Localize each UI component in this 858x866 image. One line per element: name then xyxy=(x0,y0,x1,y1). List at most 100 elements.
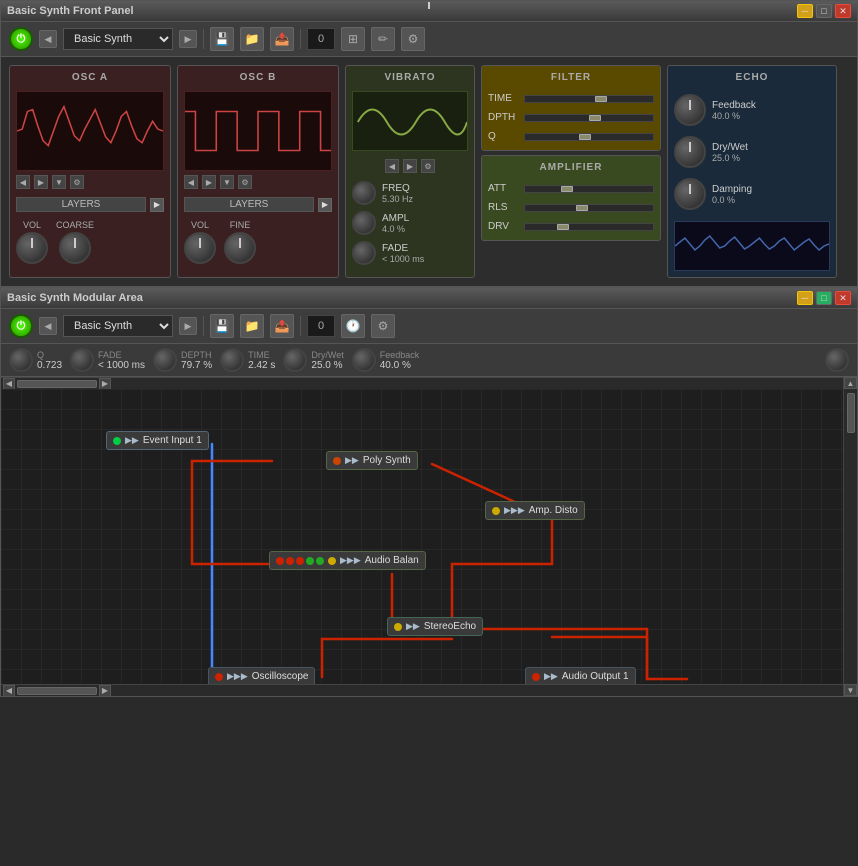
filter-dpth-thumb[interactable] xyxy=(589,115,601,121)
preset-select[interactable]: Basic Synth xyxy=(63,28,173,50)
settings-button[interactable]: ⚙ xyxy=(401,27,425,51)
scroll-thumb-h-2[interactable] xyxy=(17,687,97,695)
node-poly-synth[interactable]: ▶▶ Poly Synth xyxy=(326,451,418,470)
grid-button[interactable]: ⊞ xyxy=(341,27,365,51)
modular-save-button[interactable]: 💾 xyxy=(210,314,234,338)
modular-prev-preset[interactable]: ◀ xyxy=(39,317,57,335)
node-oscilloscope[interactable]: ▶▶▶ Oscilloscope xyxy=(208,667,315,684)
osc-a-next[interactable]: ▶ xyxy=(34,175,48,189)
osc-a-layers-btn[interactable]: ▶ xyxy=(150,198,164,212)
horizontal-scrollbar[interactable]: ◀ ▶ xyxy=(1,377,843,389)
param-time-knob[interactable] xyxy=(220,348,244,372)
vibrato-next[interactable]: ▶ xyxy=(403,159,417,173)
osc-b-down[interactable]: ▼ xyxy=(220,175,234,189)
filter-q-thumb[interactable] xyxy=(579,134,591,140)
modular-settings-button[interactable]: ⚙ xyxy=(371,314,395,338)
filter-dpth-slider[interactable] xyxy=(524,114,654,122)
load-button[interactable]: 📁 xyxy=(240,27,264,51)
osc-b-fine-group: FINE xyxy=(224,220,256,264)
osc-a-down[interactable]: ▼ xyxy=(52,175,66,189)
amp-att-thumb[interactable] xyxy=(561,186,573,192)
modular-restore-button[interactable]: □ xyxy=(816,291,832,305)
filter-title: FILTER xyxy=(488,72,654,83)
node-stereoecho[interactable]: ▶▶ StereoEcho xyxy=(387,617,483,636)
filter-time-thumb[interactable] xyxy=(595,96,607,102)
echo-drywet-knob[interactable] xyxy=(674,136,706,168)
scroll-thumb-v[interactable] xyxy=(847,393,855,433)
modular-minimize-button[interactable]: ─ xyxy=(797,291,813,305)
scroll-left-2[interactable]: ◀ xyxy=(3,685,15,697)
modular-next-preset[interactable]: ▶ xyxy=(179,317,197,335)
modular-export-button[interactable]: 📤 xyxy=(270,314,294,338)
osc-a-vol-group: VOL xyxy=(16,220,48,264)
vibrato-prev[interactable]: ◀ xyxy=(385,159,399,173)
filter-q-slider[interactable] xyxy=(524,133,654,141)
modular-preset-select[interactable]: Basic Synth xyxy=(63,315,173,337)
osc-a-coarse-knob[interactable] xyxy=(59,232,91,264)
osc-b-next[interactable]: ▶ xyxy=(202,175,216,189)
vibrato-fade-knob[interactable] xyxy=(352,241,376,265)
modular-power-button[interactable]: ⏻ xyxy=(9,314,33,338)
osc-b-prev[interactable]: ◀ xyxy=(184,175,198,189)
amp-rls-slider[interactable] xyxy=(524,204,654,212)
save-button[interactable]: 💾 xyxy=(210,27,234,51)
param-extra-knob[interactable] xyxy=(825,348,849,372)
modular-clock-button[interactable]: 🕐 xyxy=(341,314,365,338)
next-preset-button[interactable]: ▶ xyxy=(179,30,197,48)
scroll-right-2[interactable]: ▶ xyxy=(99,685,111,697)
osc-a-vol-knob[interactable] xyxy=(16,232,48,264)
osc-a-coarse-group: COARSE xyxy=(56,220,94,264)
amp-rls-thumb[interactable] xyxy=(576,205,588,211)
vibrato-ampl-knob[interactable] xyxy=(352,211,376,235)
osc-b-layers-btn[interactable]: ▶ xyxy=(318,198,332,212)
vibrato-freq-knob[interactable] xyxy=(352,181,376,205)
param-feedback-label: Feedback xyxy=(380,350,420,360)
modular-window: Basic Synth Modular Area ─ □ ✕ ⏻ ◀ Basic… xyxy=(0,287,858,697)
edit-button[interactable]: ✏ xyxy=(371,27,395,51)
vibrato-settings[interactable]: ⚙ xyxy=(421,159,435,173)
osc-a-prev[interactable]: ◀ xyxy=(16,175,30,189)
param-q-value: 0.723 xyxy=(37,360,62,371)
node-audio-balan[interactable]: ▶▶▶ Audio Balan xyxy=(269,551,426,570)
amp-att-slider[interactable] xyxy=(524,185,654,193)
param-q-knob[interactable] xyxy=(9,348,33,372)
scroll-thumb-h[interactable] xyxy=(17,380,97,388)
echo-damping-knob[interactable] xyxy=(674,178,706,210)
vertical-scrollbar[interactable]: ▲ ▼ xyxy=(843,377,857,696)
param-fade-value: < 1000 ms xyxy=(98,360,145,371)
modular-close-button[interactable]: ✕ xyxy=(835,291,851,305)
minimize-button[interactable]: ─ xyxy=(797,4,813,18)
power-button[interactable]: ⏻ xyxy=(9,27,33,51)
export-button[interactable]: 📤 xyxy=(270,27,294,51)
osc-b-vol-knob[interactable] xyxy=(184,232,216,264)
param-drywet-value: 25.0 % xyxy=(311,360,343,371)
param-feedback-knob[interactable] xyxy=(352,348,376,372)
param-drywet-knob[interactable] xyxy=(283,348,307,372)
modular-load-button[interactable]: 📁 xyxy=(240,314,264,338)
close-button[interactable]: ✕ xyxy=(835,4,851,18)
modular-title: Basic Synth Modular Area xyxy=(7,292,143,304)
node-graph[interactable]: ▶▶ Event Input 1 ▶▶ Poly Synth ▶▶▶ Amp. … xyxy=(1,389,843,684)
osc-b-fine-knob[interactable] xyxy=(224,232,256,264)
filter-amp-column: FILTER TIME DPTH Q xyxy=(481,65,661,278)
prev-preset-button[interactable]: ◀ xyxy=(39,30,57,48)
amp-att-row: ATT xyxy=(488,183,654,194)
scroll-down-arrow[interactable]: ▼ xyxy=(844,684,857,696)
restore-button[interactable]: □ xyxy=(816,4,832,18)
osc-b-settings[interactable]: ⚙ xyxy=(238,175,252,189)
param-depth-knob[interactable] xyxy=(153,348,177,372)
amp-drv-thumb[interactable] xyxy=(557,224,569,230)
amp-drv-slider[interactable] xyxy=(524,223,654,231)
scroll-up-arrow[interactable]: ▲ xyxy=(844,377,857,389)
node-amp-disto[interactable]: ▶▶▶ Amp. Disto xyxy=(485,501,585,520)
filter-time-slider[interactable] xyxy=(524,95,654,103)
scroll-left-arrow[interactable]: ◀ xyxy=(3,378,15,390)
echo-feedback-knob[interactable] xyxy=(674,94,706,126)
node-event-input[interactable]: ▶▶ Event Input 1 xyxy=(106,431,209,450)
horizontal-scrollbar-bottom[interactable]: ◀ ▶ xyxy=(1,684,843,696)
param-fade-knob[interactable] xyxy=(70,348,94,372)
node-audio-output[interactable]: ▶▶ Audio Output 1 xyxy=(525,667,636,684)
modular-graph-wrapper: ◀ ▶ xyxy=(1,377,857,696)
scroll-right-arrow[interactable]: ▶ xyxy=(99,378,111,390)
osc-a-settings[interactable]: ⚙ xyxy=(70,175,84,189)
